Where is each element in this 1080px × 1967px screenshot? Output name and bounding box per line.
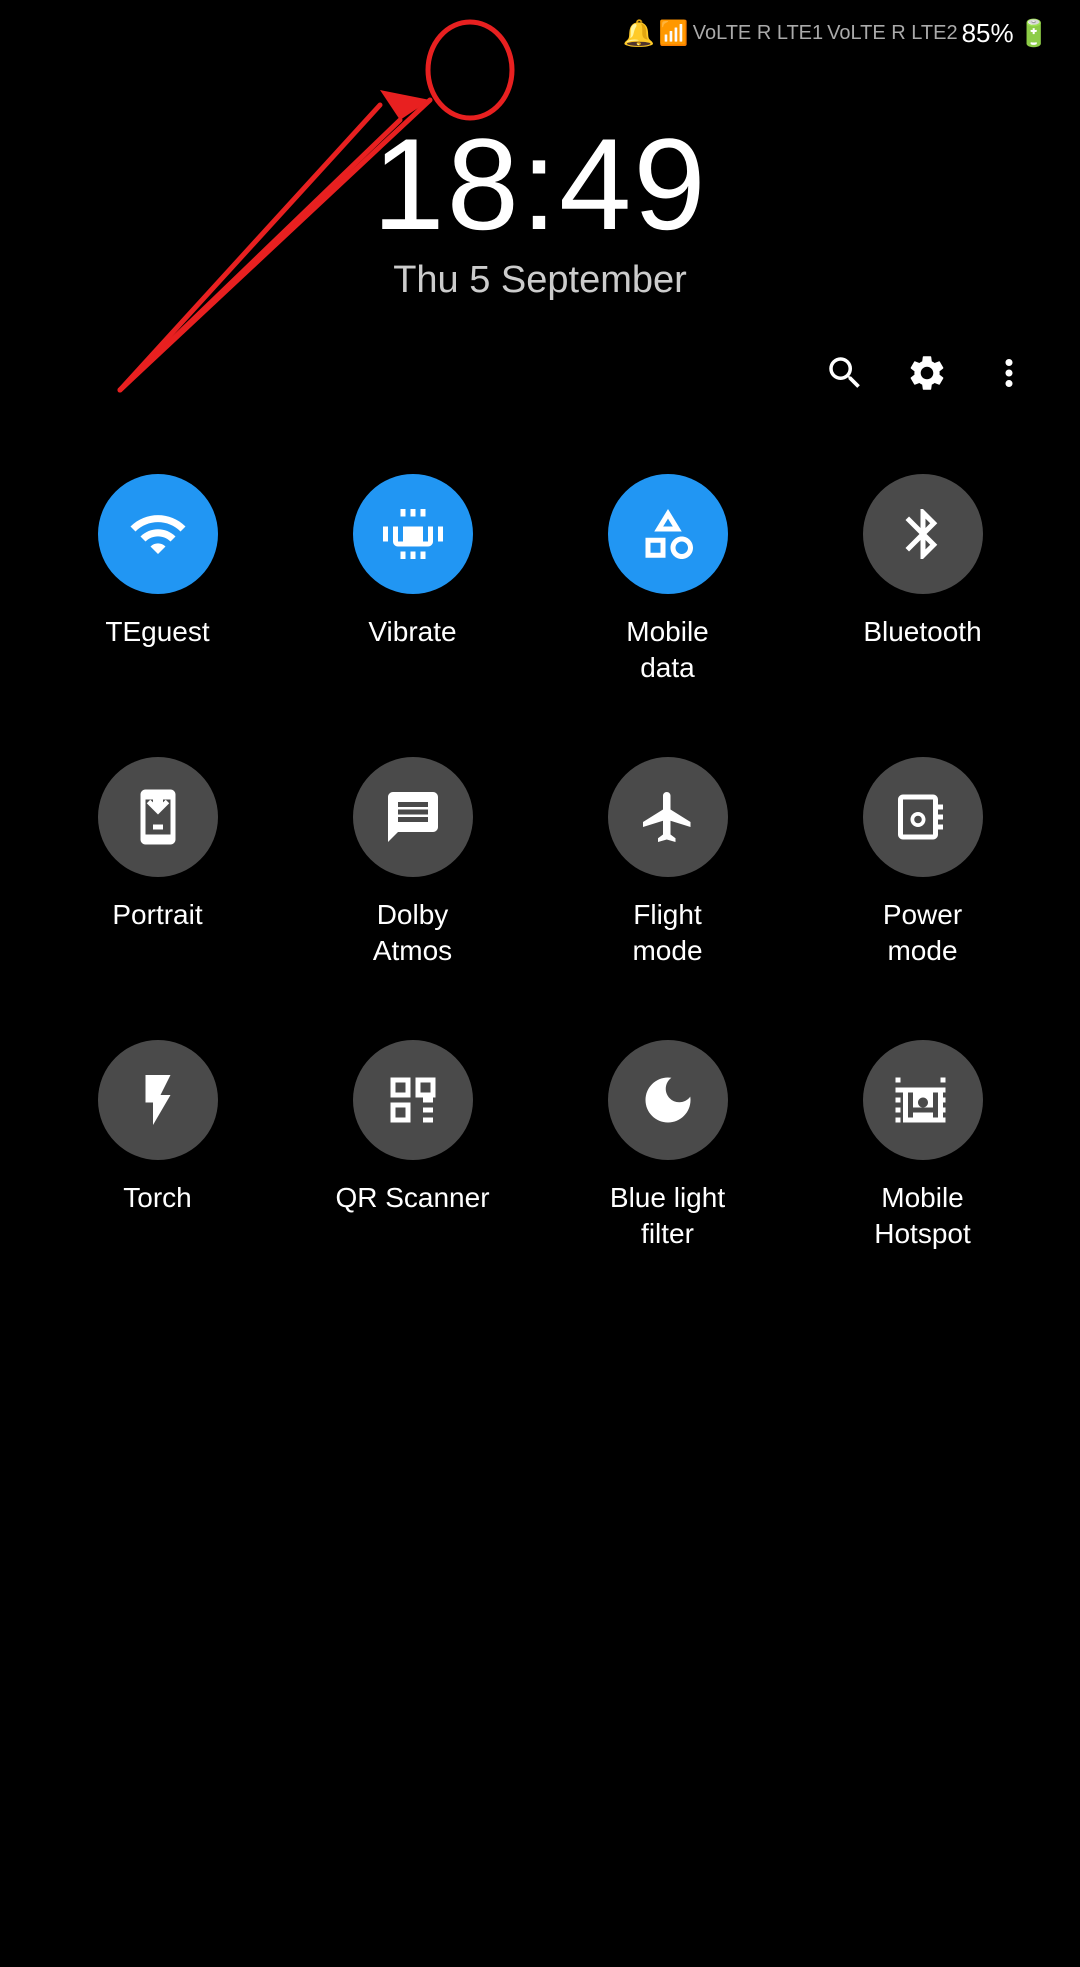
qs-item-power-mode[interactable]: Powermode	[795, 727, 1050, 1010]
quick-settings-grid: TEguest Vibrate Mobiledata Bluetooth Por…	[0, 424, 1080, 1312]
qs-item-mobile-data[interactable]: Mobiledata	[540, 444, 795, 727]
flight-mode-label: Flightmode	[632, 897, 702, 970]
qs-item-flight-mode[interactable]: Flightmode	[540, 727, 795, 1010]
clock-time: 18:49	[372, 119, 707, 249]
power-mode-circle	[863, 757, 983, 877]
clock-date: Thu 5 September	[393, 259, 687, 302]
qs-item-torch[interactable]: Torch	[30, 1010, 285, 1293]
settings-button[interactable]	[906, 352, 948, 404]
battery-percentage: 85%	[962, 18, 1014, 49]
flight-circle	[608, 757, 728, 877]
vibrate-circle	[353, 474, 473, 594]
teguest-circle	[98, 474, 218, 594]
qs-item-teguest[interactable]: TEguest	[30, 444, 285, 727]
qs-item-blue-light[interactable]: Blue lightfilter	[540, 1010, 795, 1293]
bluetooth-circle	[863, 474, 983, 594]
qs-item-vibrate[interactable]: Vibrate	[285, 444, 540, 727]
mobile-data-circle	[608, 474, 728, 594]
torch-label: Torch	[123, 1180, 191, 1216]
qr-circle	[353, 1040, 473, 1160]
vibrate-label: Vibrate	[368, 614, 456, 650]
quick-settings-header	[0, 322, 1080, 424]
dolby-circle	[353, 757, 473, 877]
hotspot-circle	[863, 1040, 983, 1160]
portrait-label: Portrait	[112, 897, 202, 933]
torch-circle	[98, 1040, 218, 1160]
qs-item-dolby[interactable]: DolbyAtmos	[285, 727, 540, 1010]
blue-light-label: Blue lightfilter	[610, 1180, 725, 1253]
teguest-label: TEguest	[105, 614, 209, 650]
battery-icon: 🔋	[1018, 18, 1050, 49]
status-bar: 🔔 📶 VoLTE R LTE1 VoLTE R LTE2 85% 🔋	[0, 0, 1080, 59]
lte2-icon: VoLTE R LTE2	[827, 22, 957, 45]
hotspot-label: MobileHotspot	[874, 1180, 971, 1253]
lte1-icon: VoLTE R LTE1	[693, 22, 823, 45]
qs-item-portrait[interactable]: Portrait	[30, 727, 285, 1010]
status-icons: 🔔 📶 VoLTE R LTE1 VoLTE R LTE2 85% 🔋	[622, 18, 1050, 49]
qs-item-bluetooth[interactable]: Bluetooth	[795, 444, 1050, 727]
more-options-button[interactable]	[988, 352, 1030, 404]
power-mode-label: Powermode	[883, 897, 962, 970]
qr-scanner-label: QR Scanner	[335, 1180, 489, 1216]
wifi-status-icon: 📶	[659, 19, 689, 48]
qs-item-qr-scanner[interactable]: QR Scanner	[285, 1010, 540, 1293]
search-button[interactable]	[824, 352, 866, 404]
qs-item-hotspot[interactable]: MobileHotspot	[795, 1010, 1050, 1293]
mobile-data-label: Mobiledata	[626, 614, 708, 687]
clock-area: 18:49 Thu 5 September	[0, 59, 1080, 322]
sync-alert-icon: 🔔	[622, 18, 654, 49]
portrait-circle	[98, 757, 218, 877]
blue-light-circle	[608, 1040, 728, 1160]
dolby-label: DolbyAtmos	[373, 897, 452, 970]
bluetooth-label: Bluetooth	[863, 614, 981, 650]
